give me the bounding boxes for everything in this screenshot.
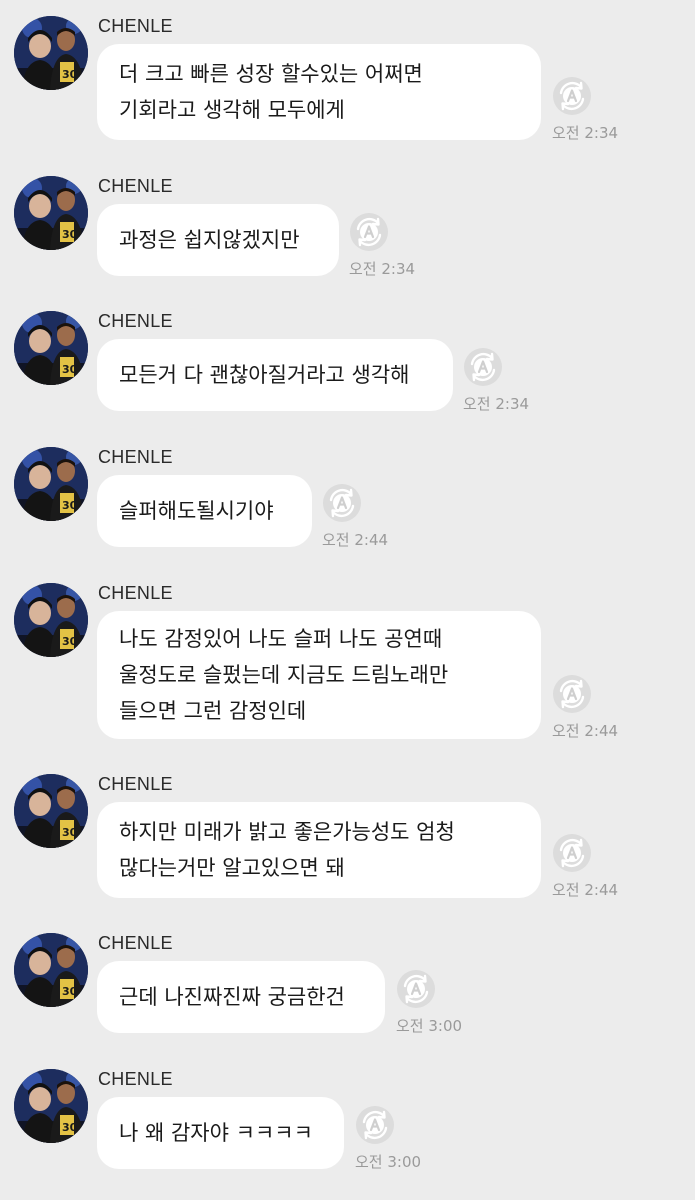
avatar[interactable]: 30 [14, 933, 88, 1007]
message-text: 과정은 쉽지않겠지만 [119, 228, 300, 252]
avatar[interactable]: 30 [14, 583, 88, 657]
profile-photo: 30 [14, 933, 88, 1007]
message-text: 모든거 다 괜찮아질거라고 생각해 [119, 363, 410, 387]
message-bubble[interactable]: 슬퍼해도될시기야 [97, 475, 312, 547]
message-text: 많다는거만 알고있으면 돼 [119, 856, 345, 880]
sender-name: CHENLE [98, 774, 173, 794]
timestamp: 오전 2:34 [552, 124, 619, 142]
message-bubble[interactable]: 근데 나진짜진짜 궁금한건 [97, 961, 385, 1033]
sender-name: CHENLE [98, 933, 173, 953]
timestamp: 오전 2:34 [463, 395, 530, 413]
sender-name: CHENLE [98, 311, 173, 331]
timestamp: 오전 3:00 [355, 1153, 422, 1171]
svg-text:30: 30 [62, 985, 78, 998]
message-text: 슬퍼해도될시기야 [119, 499, 274, 523]
profile-photo: 30 [14, 447, 88, 521]
translate-a-icon[interactable] [552, 674, 592, 714]
message-text: 근데 나진짜진짜 궁금한건 [119, 985, 345, 1009]
message-text: 울정도로 슬펐는데 지금도 드림노래만 [119, 663, 449, 687]
message-text: 더 크고 빠른 성장 할수있는 어쩌면 [119, 62, 423, 86]
profile-photo: 30 [14, 311, 88, 385]
message-text: 들으면 그런 감정인데 [119, 699, 307, 723]
avatar[interactable]: 30 [14, 447, 88, 521]
sender-name: CHENLE [98, 1069, 173, 1089]
message-bubble[interactable]: 나 왜 감자야 ㅋㅋㅋㅋ [97, 1097, 344, 1169]
sender-name: CHENLE [98, 16, 173, 36]
avatar[interactable]: 30 [14, 774, 88, 848]
translate-a-icon[interactable] [463, 347, 503, 387]
translate-a-icon[interactable] [355, 1105, 395, 1145]
timestamp: 오전 2:34 [349, 260, 416, 278]
svg-text:30: 30 [62, 1121, 78, 1134]
svg-text:30: 30 [62, 499, 78, 512]
timestamp: 오전 2:44 [552, 881, 619, 899]
svg-text:30: 30 [62, 635, 78, 648]
sender-name: CHENLE [98, 583, 173, 603]
sender-name: CHENLE [98, 176, 173, 196]
timestamp: 오전 2:44 [322, 531, 389, 549]
message-bubble[interactable]: 더 크고 빠른 성장 할수있는 어쩌면 기회라고 생각해 모두에게 [97, 44, 541, 140]
message-text: 기회라고 생각해 모두에게 [119, 98, 345, 122]
translate-a-icon[interactable] [552, 833, 592, 873]
profile-photo: 30 [14, 176, 88, 250]
avatar[interactable]: 30 [14, 311, 88, 385]
sender-name: CHENLE [98, 447, 173, 467]
svg-text:30: 30 [62, 363, 78, 376]
svg-text:30: 30 [62, 826, 78, 839]
profile-photo: 30 [14, 16, 88, 90]
timestamp: 오전 2:44 [552, 722, 619, 740]
avatar[interactable]: 30 [14, 176, 88, 250]
translate-a-icon[interactable] [322, 483, 362, 523]
svg-text:30: 30 [62, 68, 78, 81]
message-bubble[interactable]: 과정은 쉽지않겠지만 [97, 204, 339, 276]
timestamp: 오전 3:00 [396, 1017, 463, 1035]
message-text: 하지만 미래가 밝고 좋은가능성도 엄청 [119, 820, 455, 844]
message-text: 나도 감정있어 나도 슬퍼 나도 공연때 [119, 627, 443, 651]
message-bubble[interactable]: 모든거 다 괜찮아질거라고 생각해 [97, 339, 453, 411]
profile-photo: 30 [14, 774, 88, 848]
svg-text:30: 30 [62, 228, 78, 241]
message-text: 나 왜 감자야 ㅋㅋㅋㅋ [119, 1121, 313, 1145]
translate-a-icon[interactable] [396, 969, 436, 1009]
avatar[interactable]: 30 [14, 16, 88, 90]
profile-photo: 30 [14, 1069, 88, 1143]
profile-photo: 30 [14, 583, 88, 657]
translate-a-icon[interactable] [349, 212, 389, 252]
message-bubble[interactable]: 하지만 미래가 밝고 좋은가능성도 엄청 많다는거만 알고있으면 돼 [97, 802, 541, 898]
message-bubble[interactable]: 나도 감정있어 나도 슬퍼 나도 공연때 울정도로 슬펐는데 지금도 드림노래만… [97, 611, 541, 739]
avatar[interactable]: 30 [14, 1069, 88, 1143]
translate-a-icon[interactable] [552, 76, 592, 116]
